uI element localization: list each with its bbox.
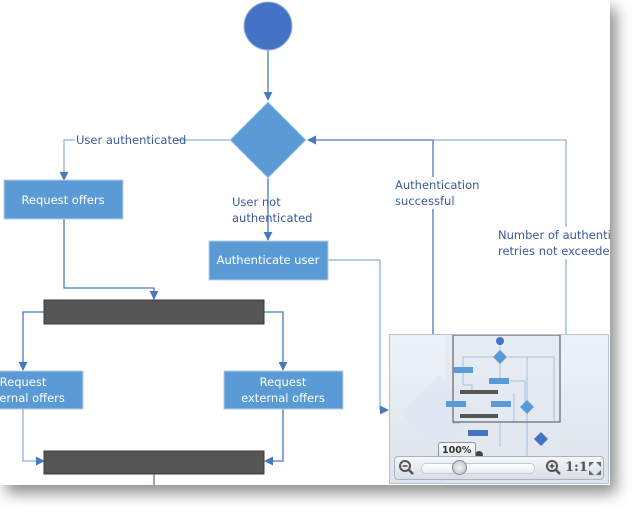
actual-size-button[interactable]: 1:1 [565, 459, 588, 477]
activity-request-offers-label: Request offers [21, 193, 104, 207]
activity-request-external-left-line1: Request [0, 375, 47, 389]
connector-fork-left [18, 311, 44, 371]
label-user-not-authenticated-1: User not [232, 195, 281, 209]
label-user-not-authenticated-2: authenticated [232, 211, 312, 225]
label-retries-2: retries not exceeded [498, 244, 610, 258]
zoom-slider-thumb[interactable] [451, 460, 467, 475]
connector-auth-successful [307, 135, 434, 340]
connector-request-offers-to-fork [63, 219, 159, 300]
zoom-out-icon [399, 460, 414, 475]
activity-request-external-right-line1: Request [260, 375, 307, 389]
connector-fork-right [264, 311, 288, 371]
decision-node-authenticated[interactable] [229, 101, 307, 179]
label-retries-1: Number of authentic [498, 228, 610, 242]
activity-request-external-right-line2: external offers [241, 391, 325, 405]
connector-left-to-join [22, 409, 45, 466]
zoom-out-button[interactable] [398, 459, 416, 477]
join-bar[interactable] [43, 450, 265, 475]
fit-to-screen-icon [589, 462, 601, 475]
zoom-in-button[interactable] [545, 459, 563, 477]
zoom-toolbar: 1:1 [394, 456, 604, 480]
label-user-authenticated: User authenticated [76, 133, 186, 147]
start-node[interactable] [243, 1, 293, 51]
activity-authenticate-user-label: Authenticate user [217, 253, 320, 267]
fit-to-screen-button[interactable] [587, 459, 603, 477]
label-auth-successful-2: successful [395, 194, 455, 208]
label-auth-successful-1: Authentication [395, 178, 479, 192]
fork-bar[interactable] [43, 299, 265, 325]
navigator-panel[interactable]: 100% 1:1 [389, 334, 609, 484]
zoom-slider[interactable] [421, 460, 535, 475]
diagram-canvas[interactable]: Request offers Authenticate user Request… [0, 0, 610, 485]
zoom-in-icon [546, 460, 561, 475]
connector-right-to-join [264, 409, 284, 466]
activity-request-external-left-line2: external offers [0, 391, 65, 405]
